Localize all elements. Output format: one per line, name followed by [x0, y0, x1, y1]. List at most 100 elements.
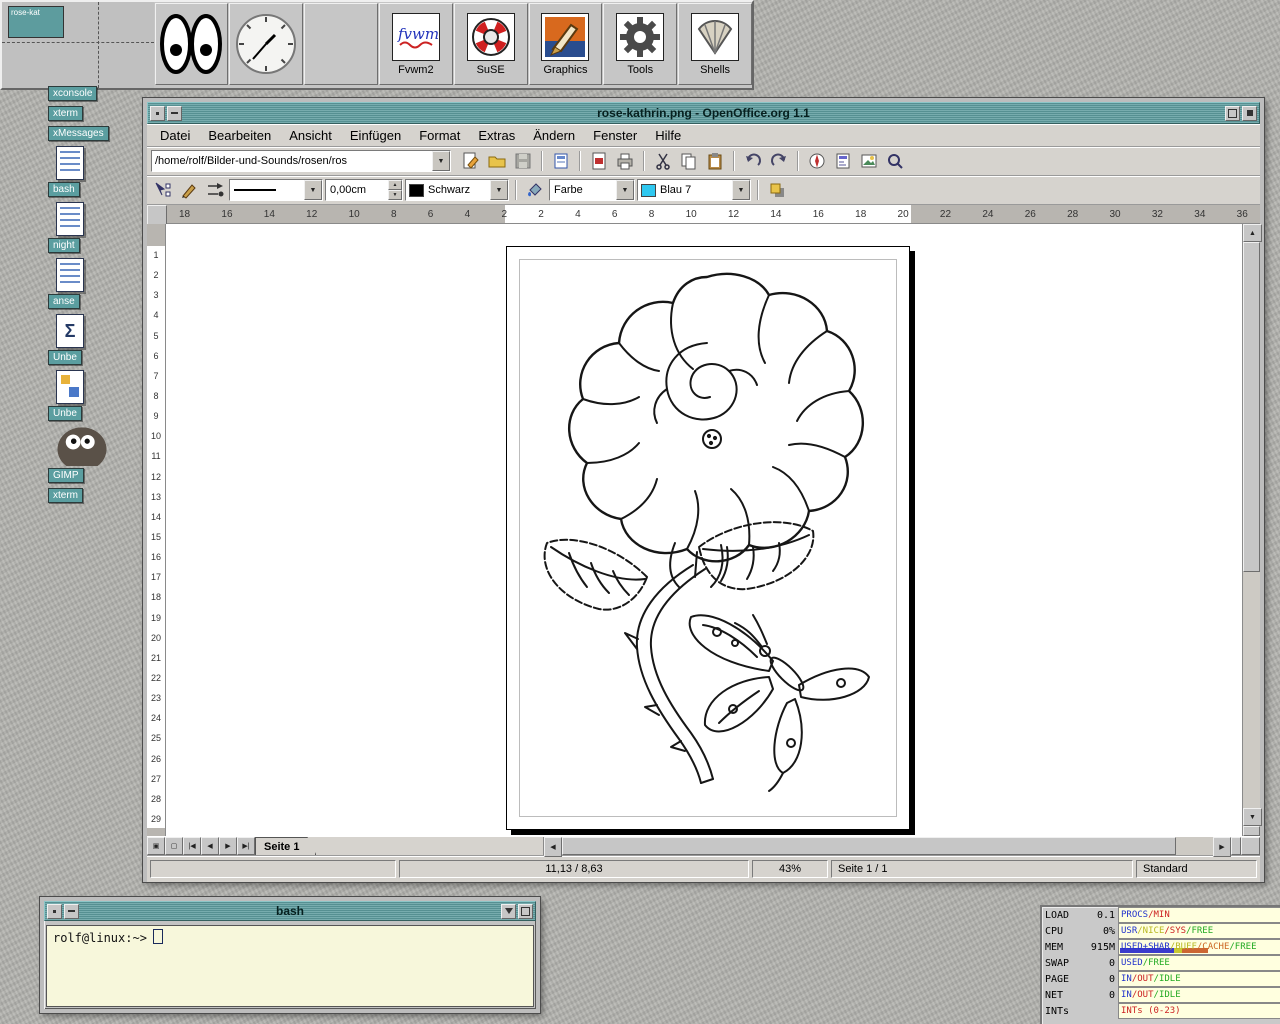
- desktop-icon[interactable]: xterm: [48, 106, 83, 121]
- view-mode-button-2[interactable]: ▢: [165, 837, 183, 855]
- print-icon[interactable]: [613, 150, 637, 172]
- paint-can-icon[interactable]: [523, 179, 547, 201]
- tab-first-icon[interactable]: |◀: [183, 837, 201, 855]
- line-style-dropdown-arrow-icon[interactable]: ▼: [304, 180, 322, 200]
- copy-icon[interactable]: [677, 150, 701, 172]
- launcher-shells[interactable]: Shells: [678, 3, 752, 85]
- launcher-suse[interactable]: SuSE: [454, 3, 528, 85]
- stepper-down-icon[interactable]: ▼: [388, 190, 402, 200]
- menu-item[interactable]: Hilfe: [646, 126, 690, 145]
- iconify-button[interactable]: [501, 904, 516, 919]
- redo-icon[interactable]: [767, 150, 791, 172]
- cut-icon[interactable]: [651, 150, 675, 172]
- status-zoom[interactable]: 43%: [752, 860, 828, 878]
- pen-line-icon[interactable]: [177, 179, 201, 201]
- ruler-corner-button[interactable]: [147, 205, 167, 225]
- horizontal-ruler[interactable]: 1816141210864224681012141618202224262830…: [167, 205, 1260, 223]
- save-icon[interactable]: [511, 150, 535, 172]
- fill-style-select[interactable]: Farbe ▼: [549, 179, 635, 201]
- view-mode-button-1[interactable]: ▣: [147, 837, 165, 855]
- page-tab-strip: ▣ ▢ |◀ ◀ ▶ ▶| Seite 1: [147, 837, 544, 855]
- menu-item[interactable]: Ansicht: [280, 126, 341, 145]
- empty-panel-button[interactable]: [304, 3, 378, 85]
- undo-icon[interactable]: [741, 150, 765, 172]
- iconify-button[interactable]: [1225, 106, 1240, 121]
- desktop-icon[interactable]: night: [48, 202, 84, 253]
- vertical-scroll-track[interactable]: [1243, 242, 1260, 808]
- maximize-button[interactable]: [518, 904, 533, 919]
- menu-item[interactable]: Format: [410, 126, 469, 145]
- vertical-scrollbar[interactable]: ▲ ▼: [1242, 224, 1260, 836]
- paste-icon[interactable]: [703, 150, 727, 172]
- edit-points-icon[interactable]: [151, 179, 175, 201]
- menu-item[interactable]: Ändern: [524, 126, 584, 145]
- tab-last-icon[interactable]: ▶|: [237, 837, 255, 855]
- arrow-ends-icon[interactable]: [203, 179, 227, 201]
- drawing-page[interactable]: [506, 246, 910, 830]
- open-icon[interactable]: [485, 150, 509, 172]
- scroll-right-icon[interactable]: ▶: [1213, 837, 1231, 857]
- titlebar[interactable]: rose-kathrin.png - OpenOffice.org 1.1: [147, 102, 1260, 124]
- launcher-graphics[interactable]: Graphics: [529, 3, 603, 85]
- fill-style-dropdown-arrow-icon[interactable]: ▼: [616, 180, 634, 200]
- line-style-select[interactable]: ▼: [229, 179, 323, 201]
- edit-mode-icon[interactable]: [549, 150, 573, 172]
- scroll-left-icon[interactable]: ◀: [544, 837, 562, 857]
- menu-item[interactable]: Fenster: [584, 126, 646, 145]
- desktop-icon[interactable]: xMessages: [48, 126, 109, 141]
- window-menu-button[interactable]: [150, 106, 165, 121]
- window-sticky-button[interactable]: [167, 106, 182, 121]
- desktop-icon[interactable]: xterm: [48, 488, 83, 503]
- line-color-dropdown-arrow-icon[interactable]: ▼: [490, 180, 508, 200]
- launcher-tools[interactable]: Tools: [603, 3, 677, 85]
- desktop-icon[interactable]: anse: [48, 258, 84, 309]
- scroll-up-icon[interactable]: ▲: [1243, 224, 1262, 242]
- gallery-icon[interactable]: [857, 150, 881, 172]
- fill-color-select[interactable]: Blau 7 ▼: [637, 179, 751, 201]
- url-dropdown-arrow-icon[interactable]: ▼: [432, 151, 450, 171]
- url-combobox[interactable]: /home/rolf/Bilder-und-Sounds/rosen/ros ▼: [151, 150, 451, 172]
- edit-file-icon[interactable]: [459, 150, 483, 172]
- horizontal-split-handle[interactable]: [1231, 837, 1241, 855]
- clock-button[interactable]: [229, 3, 303, 85]
- xeyes-button[interactable]: [155, 3, 229, 85]
- fvwm-pager[interactable]: rose-kat: [2, 2, 154, 88]
- horizontal-scroll-track[interactable]: [562, 837, 1213, 855]
- page-tab[interactable]: Seite 1: [255, 837, 316, 855]
- tab-next-icon[interactable]: ▶: [219, 837, 237, 855]
- drawing-canvas[interactable]: [166, 224, 1242, 836]
- desktop-icon[interactable]: xconsole: [48, 86, 97, 101]
- menu-item[interactable]: Bearbeiten: [199, 126, 280, 145]
- desktop-icon[interactable]: bash: [48, 146, 84, 197]
- menu-item[interactable]: Datei: [151, 126, 199, 145]
- horizontal-scrollbar[interactable]: ◀ ▶: [544, 837, 1260, 855]
- desktop-icon[interactable]: Unbe: [48, 314, 84, 365]
- desktop-icon[interactable]: Unbe: [48, 370, 84, 421]
- line-width-stepper[interactable]: 0,00cm ▲ ▼: [325, 179, 403, 201]
- zoom-icon[interactable]: [883, 150, 907, 172]
- maximize-button[interactable]: [1242, 106, 1257, 121]
- vertical-scroll-thumb[interactable]: [1243, 242, 1260, 572]
- terminal-screen[interactable]: rolf@linux:~>: [46, 925, 534, 1007]
- navigator-icon[interactable]: [805, 150, 829, 172]
- scroll-down-icon[interactable]: ▼: [1243, 808, 1262, 826]
- fill-color-dropdown-arrow-icon[interactable]: ▼: [732, 180, 750, 200]
- window-menu-button[interactable]: [47, 904, 62, 919]
- desktop-icon-label: Unbe: [48, 350, 82, 365]
- stylist-icon[interactable]: [831, 150, 855, 172]
- horizontal-scroll-thumb[interactable]: [562, 837, 1176, 855]
- tab-prev-icon[interactable]: ◀: [201, 837, 219, 855]
- launcher-fvwm2[interactable]: fvwm Fvwm2: [379, 3, 453, 85]
- vertical-split-handle[interactable]: [1243, 826, 1260, 836]
- window-sticky-button[interactable]: [64, 904, 79, 919]
- stepper-up-icon[interactable]: ▲: [388, 180, 402, 190]
- desktop-icon[interactable]: GIMP: [48, 426, 108, 483]
- menu-item[interactable]: Einfügen: [341, 126, 410, 145]
- menu-item[interactable]: Extras: [469, 126, 524, 145]
- vertical-ruler[interactable]: 1234567891011121314151617181920212223242…: [147, 224, 166, 836]
- shadow-toggle-icon[interactable]: [765, 179, 789, 201]
- terminal-titlebar[interactable]: bash: [44, 901, 536, 921]
- line-color-select[interactable]: Schwarz ▼: [405, 179, 509, 201]
- pager-window[interactable]: rose-kat: [8, 6, 64, 38]
- export-pdf-icon[interactable]: [587, 150, 611, 172]
